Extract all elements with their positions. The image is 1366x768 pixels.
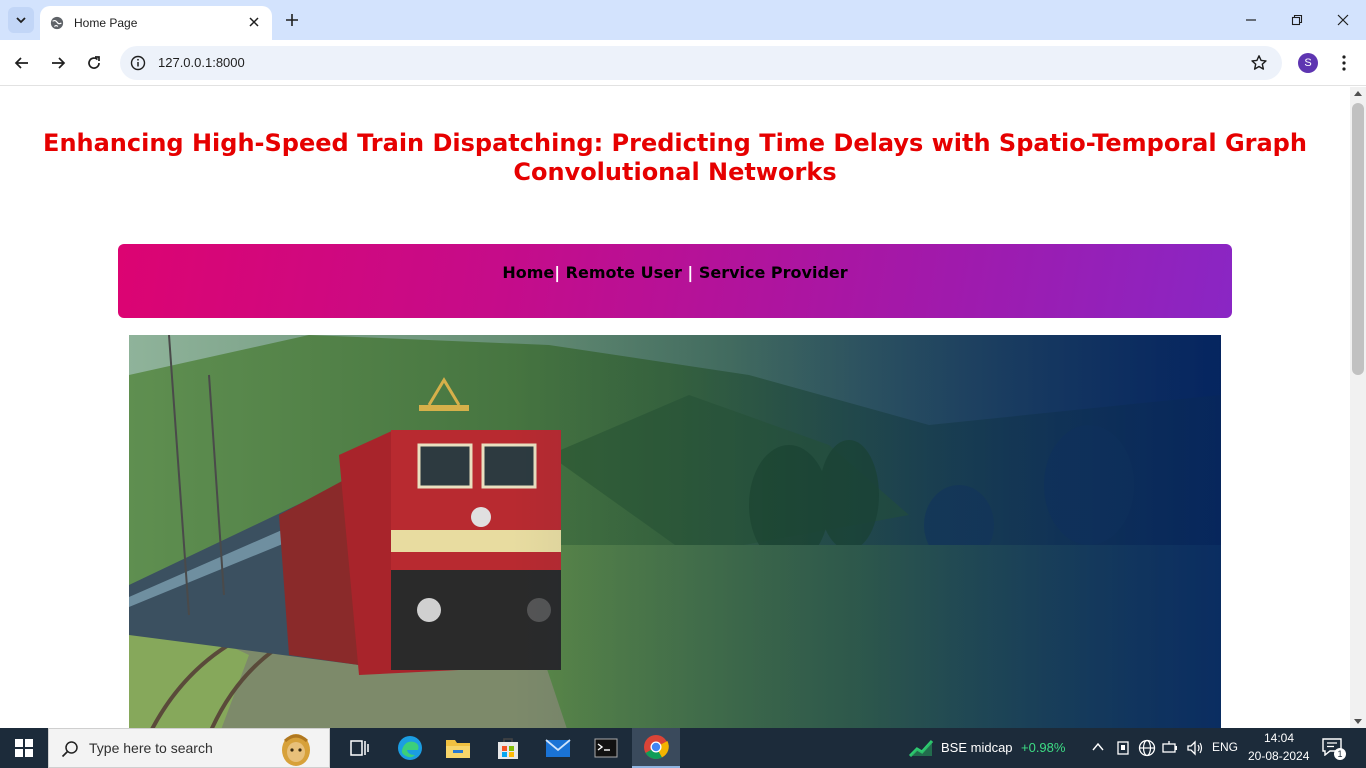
clock-date[interactable]: 20-08-2024 [1248, 749, 1309, 763]
windows-logo-icon [15, 739, 33, 757]
site-info-icon[interactable] [130, 55, 146, 71]
tab-search-button[interactable] [8, 7, 34, 33]
scroll-up-arrow-icon[interactable] [1354, 91, 1362, 96]
train-landscape-illustration [129, 335, 1221, 728]
browser-tab-bar: Home Page [0, 0, 1366, 40]
nav-links: Home| Remote User | Service Provider [118, 263, 1232, 282]
network-globe-icon[interactable] [1138, 739, 1156, 757]
page-scrollbar[interactable] [1350, 87, 1366, 728]
reload-icon [88, 56, 100, 69]
address-bar[interactable]: 127.0.0.1:8000 [120, 46, 1282, 80]
stock-change: +0.98% [1021, 740, 1066, 755]
task-view-icon [350, 740, 369, 756]
arrow-right-icon [52, 57, 66, 69]
chevron-down-icon [16, 17, 26, 24]
battery-plug-icon[interactable] [1162, 740, 1180, 756]
reload-button[interactable] [81, 50, 107, 76]
nav-bar: Home| Remote User | Service Provider [118, 244, 1232, 318]
notification-count-badge: 1 [1334, 748, 1346, 760]
search-highlight-icon[interactable] [277, 731, 315, 767]
store-taskbar-button[interactable] [484, 728, 532, 768]
windows-taskbar: Type here to search BSE midcap +0.98% EN… [0, 728, 1366, 768]
nav-separator: | [554, 263, 561, 282]
terminal-icon [594, 738, 618, 758]
globe-icon [50, 16, 64, 30]
store-icon [498, 738, 518, 759]
page-title: Enhancing High-Speed Train Dispatching: … [43, 129, 1307, 186]
restore-icon [1291, 14, 1303, 26]
url-text[interactable]: 127.0.0.1:8000 [158, 55, 245, 70]
file-explorer-taskbar-button[interactable] [434, 728, 482, 768]
plus-icon [286, 14, 298, 26]
scroll-down-arrow-icon[interactable] [1354, 719, 1362, 724]
language-indicator[interactable]: ENG [1212, 740, 1238, 754]
nav-service-provider-link[interactable]: Service Provider [699, 263, 848, 282]
close-icon [1337, 14, 1349, 26]
nav-home-link[interactable]: Home [502, 263, 554, 282]
forward-button[interactable] [45, 50, 71, 76]
minimize-icon [1246, 19, 1256, 21]
edge-icon [398, 736, 422, 760]
browser-toolbar: 127.0.0.1:8000 S [0, 40, 1366, 86]
stock-name[interactable]: BSE midcap [941, 740, 1013, 755]
bookmark-star-icon[interactable] [1250, 54, 1268, 72]
back-button[interactable] [9, 50, 35, 76]
task-view-button[interactable] [336, 728, 384, 768]
restore-button[interactable] [1274, 0, 1320, 40]
notification-center-button[interactable]: 1 [1322, 738, 1346, 760]
volume-icon[interactable] [1186, 740, 1204, 756]
arrow-left-icon [14, 57, 28, 69]
browser-tab[interactable]: Home Page [40, 6, 272, 40]
taskbar-search-placeholder: Type here to search [89, 740, 213, 756]
chrome-taskbar-button[interactable] [632, 728, 680, 768]
tab-close-button[interactable] [246, 14, 262, 30]
search-icon [61, 741, 78, 758]
chrome-icon [644, 735, 669, 760]
mail-taskbar-button[interactable] [534, 728, 582, 768]
hero-train-image [129, 335, 1221, 728]
mail-icon [545, 739, 571, 757]
close-icon [249, 17, 259, 27]
kebab-menu-icon [1342, 55, 1346, 71]
nav-remote-user-link[interactable]: Remote User [566, 263, 682, 282]
stock-chart-icon[interactable] [908, 738, 934, 758]
minimize-button[interactable] [1228, 0, 1274, 40]
start-button[interactable] [0, 728, 48, 768]
page-viewport: Enhancing High-Speed Train Dispatching: … [0, 87, 1350, 728]
edge-taskbar-button[interactable] [386, 728, 434, 768]
tab-title: Home Page [74, 16, 138, 30]
device-icon[interactable] [1116, 740, 1130, 756]
chevron-up-icon[interactable] [1092, 742, 1104, 752]
terminal-taskbar-button[interactable] [582, 728, 630, 768]
browser-menu-button[interactable] [1334, 52, 1354, 74]
clock-time[interactable]: 14:04 [1264, 731, 1294, 745]
nav-separator: | [687, 263, 694, 282]
scrollbar-thumb[interactable] [1352, 103, 1364, 375]
profile-avatar[interactable]: S [1298, 53, 1318, 73]
folder-icon [446, 740, 470, 758]
close-window-button[interactable] [1320, 0, 1366, 40]
taskbar-search-box[interactable]: Type here to search [48, 728, 330, 768]
new-tab-button[interactable] [282, 10, 302, 30]
